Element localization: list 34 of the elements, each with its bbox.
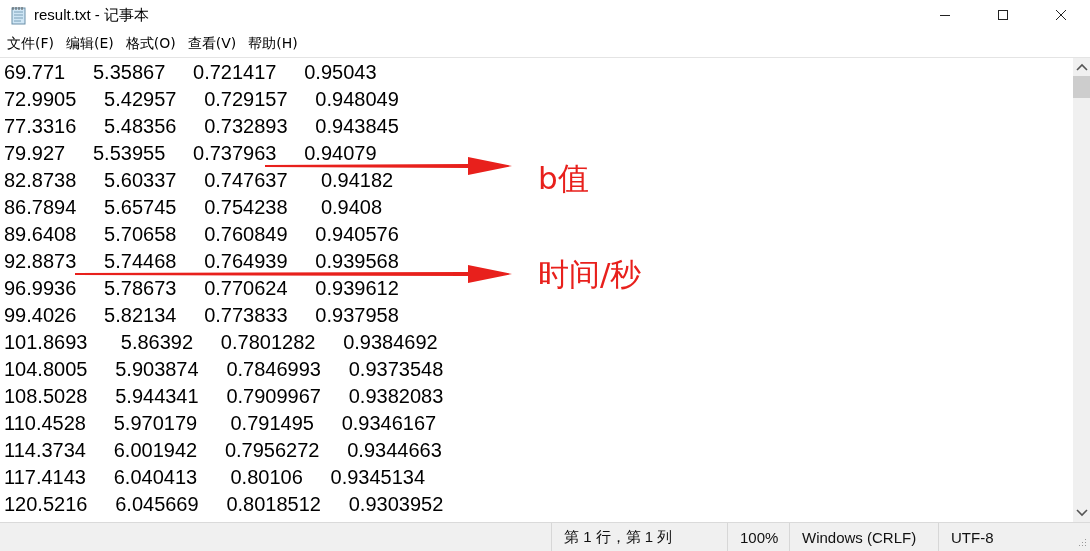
text-line: 92.8873 5.74468 0.764939 0.939568 — [3, 250, 399, 271]
window-title: result.txt - 记事本 — [34, 5, 149, 25]
text-line: 82.8738 5.60337 0.747637 0.94182 — [3, 169, 394, 190]
text-line: 69.771 5.35867 0.721417 0.95043 — [3, 61, 377, 82]
notepad-icon — [10, 5, 28, 25]
text-line: 101.8693 5.86392 0.7801282 0.9384692 — [3, 331, 438, 352]
text-line: 104.8005 5.903874 0.7846993 0.9373548 — [3, 358, 444, 379]
text-line: 108.5028 5.944341 0.7909967 0.9382083 — [3, 385, 444, 406]
text-line: 86.7894 5.65745 0.754238 0.9408 — [3, 196, 383, 217]
vertical-scrollbar[interactable] — [1073, 58, 1090, 522]
text-line: 77.3316 5.48356 0.732893 0.943845 — [3, 115, 399, 136]
text-line: 110.4528 5.970179 0.791495 0.9346167 — [3, 412, 437, 433]
text-line: 89.6408 5.70658 0.760849 0.940576 — [3, 223, 399, 244]
close-icon[interactable] — [1055, 9, 1067, 21]
text-line: 79.927 5.53955 0.737963 0.94079 — [3, 142, 377, 163]
text-line: 99.4026 5.82134 0.773833 0.937958 — [3, 304, 399, 325]
text-line: 114.3734 6.001942 0.7956272 0.9344663 — [3, 439, 442, 460]
annotation-label: b值 — [538, 159, 589, 198]
text-line: 96.9936 5.78673 0.770624 0.939612 — [3, 277, 399, 298]
text-line: 72.9905 5.42957 0.729157 0.948049 — [3, 88, 399, 109]
scroll-thumb[interactable] — [1073, 76, 1090, 98]
text-line: 117.4143 6.040413 0.80106 0.9345134 — [3, 466, 426, 487]
menu-item[interactable]: 格式(O) — [120, 34, 181, 53]
maximize-icon[interactable] — [997, 9, 1009, 21]
status-field: 第 1 行，第 1 列 — [551, 523, 727, 551]
annotation-label: 时间/秒 — [538, 255, 642, 294]
status-field: Windows (CRLF) — [789, 523, 938, 551]
menu-item[interactable]: 编辑(E) — [61, 34, 119, 53]
menu-item[interactable]: 帮助(H) — [243, 34, 303, 53]
status-field: 100% — [727, 523, 789, 551]
status-field: UTF-8 — [938, 523, 1075, 551]
menu-item[interactable]: 文件(F) — [2, 34, 59, 53]
menu-item[interactable]: 查看(V) — [182, 34, 242, 53]
text-line: 120.5216 6.045669 0.8018512 0.9303952 — [3, 493, 444, 514]
